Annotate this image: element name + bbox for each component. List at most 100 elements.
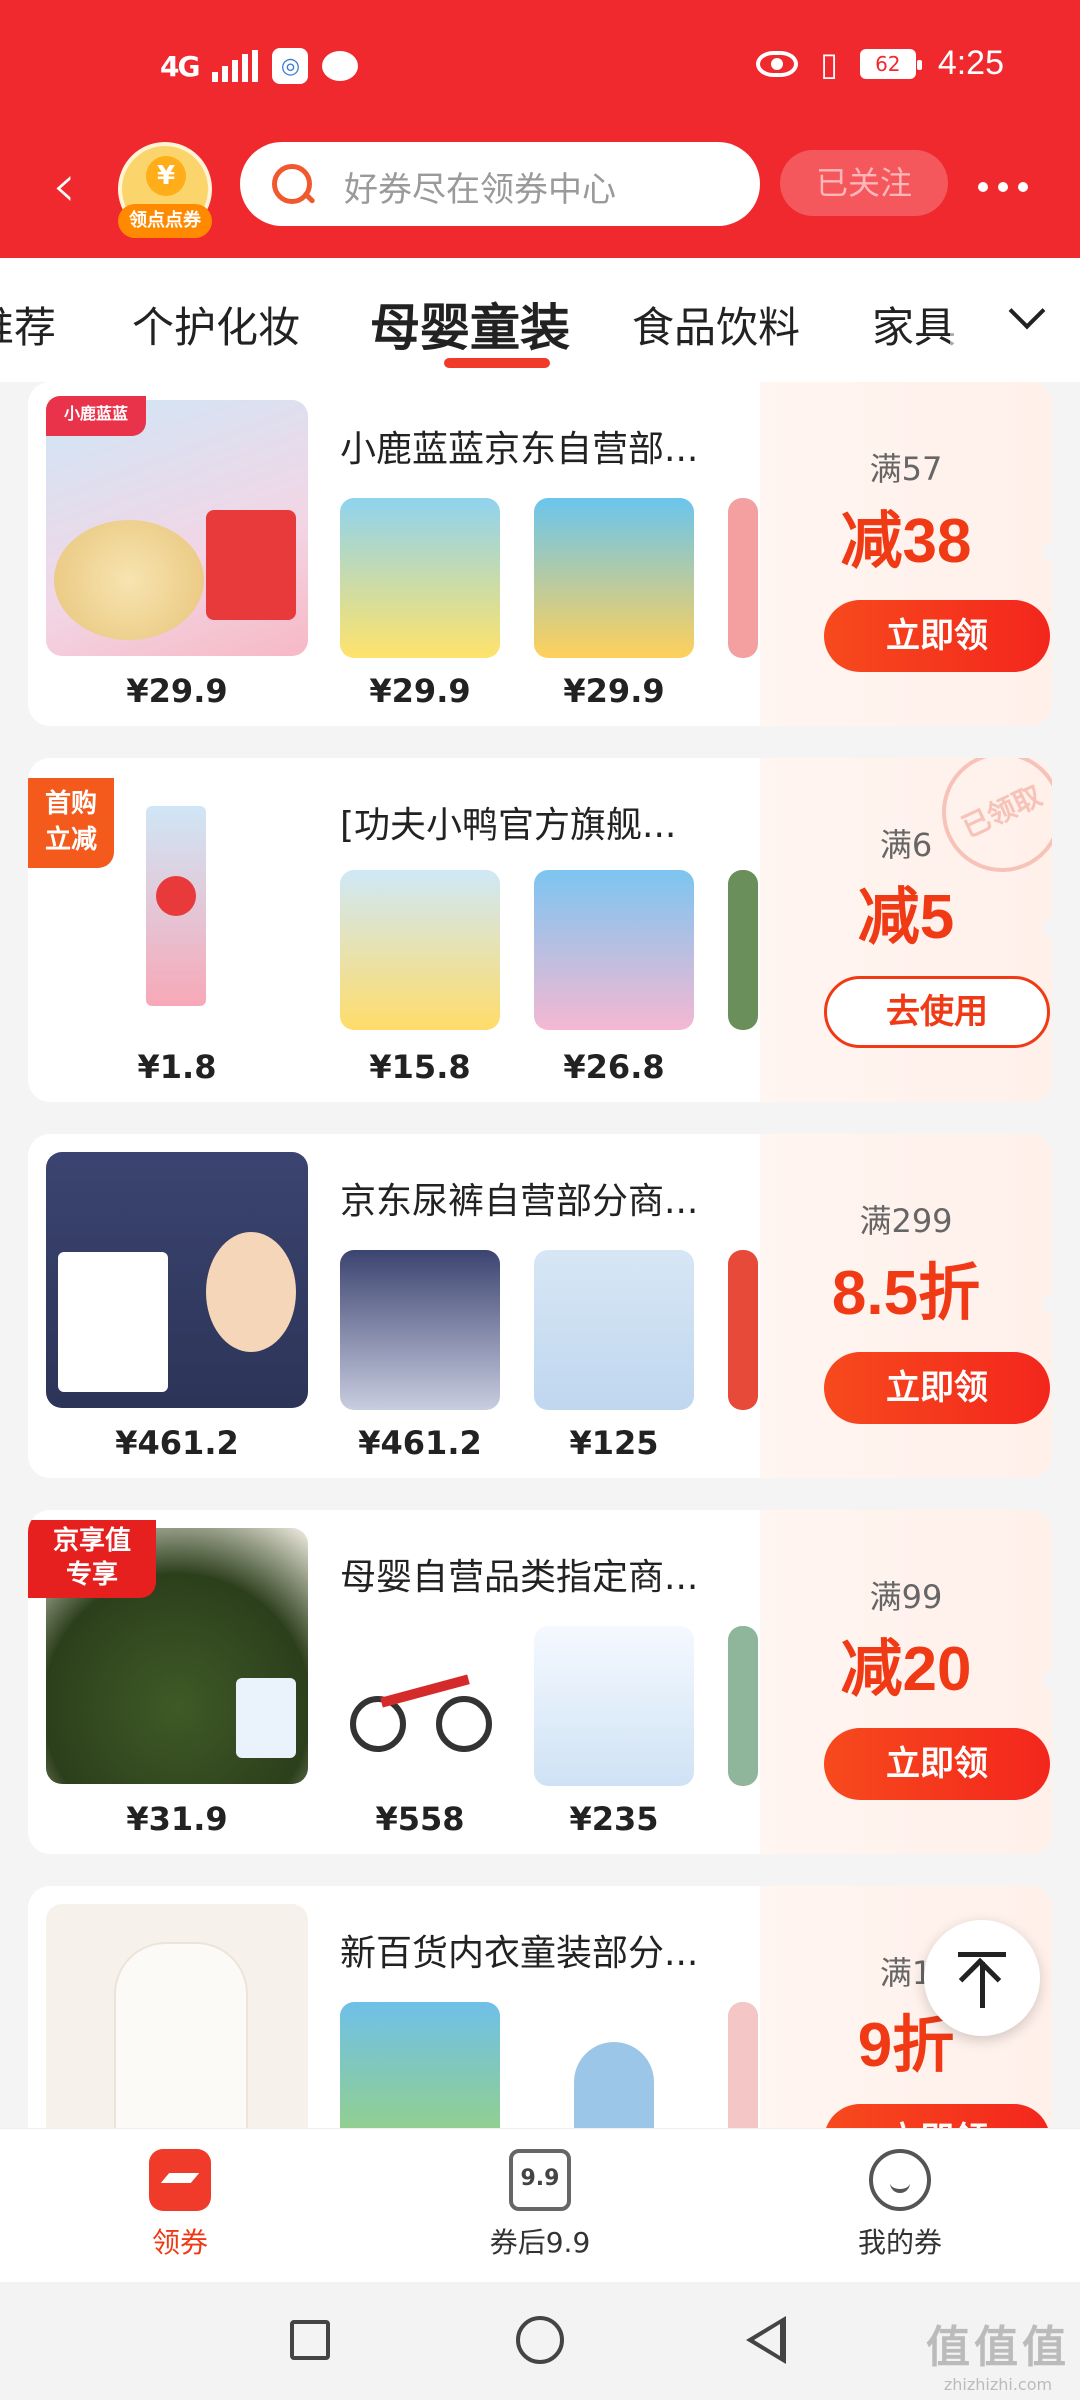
watermark-logo: 值值值 (926, 2322, 1070, 2373)
product-price: ¥235 (569, 1800, 659, 1838)
product-price: ¥29.9 (369, 672, 471, 710)
product-thumb[interactable] (728, 1626, 758, 1786)
expand-tabs-button[interactable] (950, 258, 1080, 382)
app-notification-icon: ◎ (272, 48, 309, 84)
coupon-panel: 满99 减20 立即领 (760, 1510, 1052, 1854)
home-icon[interactable] (516, 2316, 564, 2364)
shop-name: 新百货内衣童装部分... (340, 1933, 699, 1974)
product-image[interactable] (46, 1904, 308, 2128)
product-thumb[interactable] (340, 1250, 500, 1410)
nav-my-coupons[interactable]: 我的券 (790, 2129, 1010, 2283)
more-icon[interactable] (978, 182, 1028, 192)
first-purchase-tag: 首购 立减 (28, 778, 114, 868)
product-thumb[interactable] (728, 870, 758, 1030)
product-thumb[interactable] (534, 2002, 694, 2128)
coupon-card[interactable]: 京享值 专享 母婴自营品类指定商... ¥31.9 ¥558 ¥235 满99 … (28, 1510, 1052, 1854)
coupon-panel: 满299 8.5折 立即领 (760, 1134, 1052, 1478)
back-nav-icon[interactable] (746, 2316, 786, 2364)
product-price: ¥15.8 (369, 1048, 471, 1086)
status-bar: 4G ◎ ▯ 62 4:25 (0, 0, 1080, 130)
arrow-up-icon (958, 1952, 1006, 1957)
tab-personal-care[interactable]: 个护化妆 (132, 294, 300, 355)
product-thumb[interactable] (728, 498, 758, 658)
coin-icon: ¥ (146, 156, 186, 196)
product-thumb[interactable] (340, 498, 500, 658)
product-price: ¥29.9 (126, 672, 228, 710)
product-thumb[interactable] (534, 1626, 694, 1786)
back-icon[interactable]: ‹ (52, 156, 92, 218)
product-price: ¥461.2 (115, 1424, 239, 1462)
tab-furniture[interactable]: 家具 (872, 294, 956, 355)
vibrate-icon: ▯ (820, 44, 838, 83)
product-price: ¥31.9 (126, 1800, 228, 1838)
brand-logo: 小鹿蓝蓝 (46, 396, 146, 436)
nav-coupons-label: 领券 (151, 2226, 208, 2259)
product-price: ¥26.8 (563, 1048, 665, 1086)
product-price: ¥29.9 (563, 672, 665, 710)
category-tabs: 推荐 个护化妆 母婴童装 食品饮料 家具 (0, 258, 1080, 382)
coin-entry[interactable]: ¥ 领点点券 (118, 142, 212, 238)
claim-button[interactable]: 立即领 (824, 600, 1050, 672)
coupon-list[interactable]: 小鹿蓝蓝 小鹿蓝蓝京东自营部... ¥29.9 ¥29.9 ¥29.9 满57 … (0, 382, 1080, 2128)
clock: 4:25 (937, 44, 1004, 82)
shop-name: 母婴自营品类指定商... (340, 1557, 699, 1598)
follow-button[interactable]: 已关注 (780, 150, 948, 216)
tab-mother-baby[interactable]: 母婴童装 (370, 288, 570, 360)
product-price: ¥558 (375, 1800, 465, 1838)
product-thumb[interactable] (534, 498, 694, 658)
top-header: 4G ◎ ▯ 62 4:25 ‹ ¥ 领点点券 好券尽在领券中心 已关注 (0, 0, 1080, 258)
coupon-condition: 满299 (859, 1202, 953, 1240)
vip-exclusive-tag: 京享值 专享 (28, 1520, 156, 1598)
price-99-icon: 9.9 (509, 2149, 571, 2211)
tab-food-drink[interactable]: 食品饮料 (632, 294, 800, 355)
coupon-discount: 减5 (857, 883, 955, 952)
product-thumb[interactable] (534, 1250, 694, 1410)
search-icon (272, 164, 312, 204)
shop-name: [功夫小鸭官方旗舰... (340, 805, 677, 846)
product-image[interactable] (46, 400, 308, 656)
back-to-top-button[interactable] (924, 1920, 1040, 2036)
nav-after-coupon-99[interactable]: 9.9 券后9.9 (430, 2129, 650, 2283)
coupon-condition: 满57 (869, 450, 943, 488)
product-thumb[interactable] (340, 1626, 500, 1786)
coupon-card[interactable]: 小鹿蓝蓝 小鹿蓝蓝京东自营部... ¥29.9 ¥29.9 ¥29.9 满57 … (28, 382, 1052, 726)
signal-icon (212, 50, 259, 82)
coupon-discount: 减20 (840, 1635, 972, 1704)
recents-icon[interactable] (290, 2320, 330, 2360)
search-bar[interactable]: 好券尽在领券中心 (240, 142, 760, 226)
product-thumb[interactable] (340, 870, 500, 1030)
my-coupon-icon (869, 2149, 931, 2211)
product-thumb[interactable] (728, 2002, 758, 2128)
coupon-card[interactable]: 首购 立减 [功夫小鸭官方旗舰... ¥1.8 ¥15.8 ¥26.8 满6 减… (28, 758, 1052, 1102)
tab-recommend[interactable]: 推荐 (0, 294, 56, 355)
network-label: 4G (160, 49, 200, 83)
coupon-card[interactable]: 新百货内衣童装部分... 满1 9折 立即领 (28, 1886, 1052, 2128)
claim-button[interactable]: 立即领 (824, 1352, 1050, 1424)
nav-coupons[interactable]: 领券 (70, 2129, 290, 2283)
coupon-condition: 满99 (869, 1578, 943, 1616)
claim-button[interactable]: 立即领 (824, 1728, 1050, 1800)
bottom-nav: 领券 9.9 券后9.9 我的券 (0, 2128, 1080, 2282)
system-nav-bar: 值值值 zhizhizhi.com (0, 2282, 1080, 2400)
product-image[interactable] (46, 1152, 308, 1408)
coupon-discount: 8.5折 (831, 1259, 981, 1328)
product-price: ¥1.8 (137, 1048, 217, 1086)
watermark-site: zhizhizhi.com (943, 2375, 1053, 2394)
shop-name: 京东尿裤自营部分商... (340, 1181, 699, 1222)
message-icon (322, 51, 359, 81)
product-thumb[interactable] (728, 1250, 758, 1410)
watermark: 值值值 zhizhizhi.com (926, 2311, 1070, 2394)
coupon-icon (149, 2149, 211, 2211)
product-thumb[interactable] (534, 870, 694, 1030)
product-price: ¥125 (569, 1424, 659, 1462)
product-thumb[interactable] (340, 2002, 500, 2128)
coupon-panel: 满57 减38 立即领 (760, 382, 1052, 726)
use-coupon-button[interactable]: 去使用 (824, 976, 1050, 1048)
coupon-card[interactable]: 京东尿裤自营部分商... ¥461.2 ¥461.2 ¥125 满299 8.5… (28, 1134, 1052, 1478)
active-tab-indicator (444, 358, 550, 368)
shop-name: 小鹿蓝蓝京东自营部... (340, 429, 699, 470)
claim-button[interactable]: 立即领 (824, 2104, 1050, 2128)
search-placeholder: 好券尽在领券中心 (344, 170, 616, 210)
nav-bar: ‹ ¥ 领点点券 好券尽在领券中心 已关注 (0, 138, 1080, 238)
arrow-up-icon-stem (980, 1962, 985, 2008)
